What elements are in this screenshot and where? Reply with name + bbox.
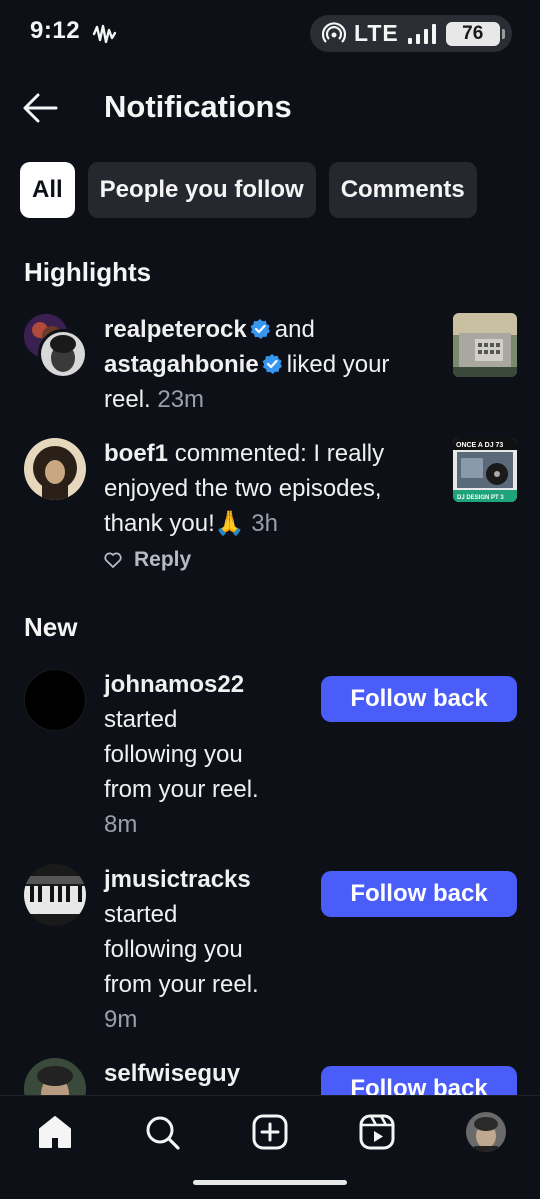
signal-icon [407, 23, 436, 44]
username[interactable]: selfwiseguy [104, 1060, 240, 1087]
text-connector: and [274, 316, 315, 343]
search-icon[interactable] [142, 1112, 182, 1152]
verified-badge-icon [250, 319, 270, 339]
reel-thumbnail[interactable] [453, 313, 517, 377]
follow-text: started [104, 901, 178, 928]
thumb-caption-bottom: DJ DESIGN PT 3 [457, 495, 504, 501]
create-icon[interactable] [250, 1112, 290, 1152]
battery-indicator: 76 [445, 21, 505, 46]
hotspot-icon [322, 21, 346, 43]
reply-button[interactable]: Reply [134, 548, 191, 572]
text-action: liked your [286, 351, 390, 378]
status-indicators: LTE 76 [310, 15, 512, 52]
back-arrow-icon[interactable] [22, 92, 58, 124]
comment-text: commented: I really [174, 440, 385, 467]
time-ago: 9m [104, 1006, 138, 1033]
username[interactable]: astagahbonie [104, 351, 259, 378]
profile-avatar[interactable] [466, 1112, 506, 1152]
home-indicator [193, 1180, 347, 1185]
heart-icon[interactable] [104, 552, 122, 568]
time-ago: 23m [157, 386, 205, 413]
network-type: LTE [354, 20, 399, 46]
page-title: Notifications [104, 89, 292, 124]
reply-action[interactable]: Reply [104, 548, 191, 572]
audio-wave-icon [92, 24, 117, 44]
status-bar: 9:12 LTE 76 [0, 0, 540, 66]
tab-people-you-follow[interactable]: People you follow [87, 162, 316, 218]
text-action: reel. [104, 386, 151, 413]
avatar-johnamos22[interactable] [24, 669, 86, 731]
reels-icon[interactable] [357, 1112, 397, 1152]
follow-text: from your reel. [104, 776, 259, 803]
tab-all[interactable]: All [20, 162, 75, 218]
avatar-boef1[interactable] [24, 438, 86, 500]
reel-thumbnail[interactable]: ONCE A DJ 73 DJ DESIGN PT 3 [453, 438, 517, 502]
status-time: 9:12 [30, 17, 81, 44]
tab-comments[interactable]: Comments [328, 162, 477, 218]
follow-text: following you [104, 936, 243, 963]
header: Notifications [0, 78, 540, 138]
follow-back-button[interactable]: Follow back [321, 676, 517, 722]
verified-badge-icon [262, 354, 282, 374]
section-title-highlights: Highlights [24, 257, 152, 287]
username[interactable]: jmusictracks [104, 866, 251, 893]
avatar-jmusictracks[interactable] [24, 864, 86, 926]
follow-back-button[interactable]: Follow back [321, 871, 517, 917]
username[interactable]: realpeterock [104, 316, 247, 343]
time-ago: 8m [104, 811, 138, 838]
follow-text: from your reel. [104, 971, 259, 998]
follow-text: started [104, 706, 178, 733]
filter-tabs: All People you follow Comments [20, 162, 540, 218]
follow-text: following you [104, 741, 243, 768]
time-ago: 3h [251, 510, 278, 537]
avatar-astagahbonie[interactable] [38, 329, 88, 379]
comment-text: thank you!🙏 [104, 510, 245, 537]
username[interactable]: johnamos22 [104, 671, 244, 698]
section-title-new: New [24, 612, 78, 642]
home-icon[interactable] [35, 1112, 75, 1152]
comment-text: enjoyed the two episodes, [104, 475, 382, 502]
thumb-caption-top: ONCE A DJ 73 [456, 442, 503, 449]
username[interactable]: boef1 [104, 440, 168, 467]
